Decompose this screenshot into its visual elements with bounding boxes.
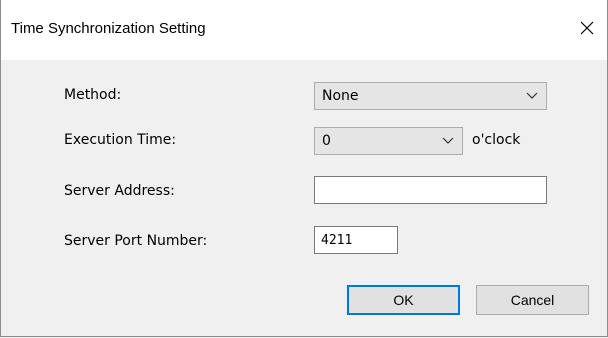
server-address-label: Server Address: xyxy=(64,183,175,199)
ok-button[interactable]: OK xyxy=(347,285,460,315)
execution-time-dropdown[interactable]: 0 xyxy=(314,127,463,155)
server-address-input[interactable] xyxy=(314,176,547,204)
close-icon xyxy=(580,21,594,35)
chevron-down-icon xyxy=(442,137,454,144)
execution-time-value: 0 xyxy=(322,133,331,149)
method-value: None xyxy=(322,88,359,104)
execution-time-label: Execution Time: xyxy=(64,132,177,148)
server-port-label: Server Port Number: xyxy=(64,233,208,249)
server-port-input[interactable] xyxy=(314,226,398,254)
dialog-title: Time Synchronization Setting xyxy=(11,20,206,37)
oclock-suffix: o'clock xyxy=(472,132,521,148)
chevron-down-icon xyxy=(526,92,538,99)
time-sync-dialog: Time Synchronization Setting Method: Non… xyxy=(0,0,608,337)
title-bar: Time Synchronization Setting xyxy=(1,0,607,60)
close-button[interactable] xyxy=(567,10,607,46)
cancel-button[interactable]: Cancel xyxy=(476,285,589,315)
method-label: Method: xyxy=(64,87,122,103)
method-dropdown[interactable]: None xyxy=(314,82,547,110)
